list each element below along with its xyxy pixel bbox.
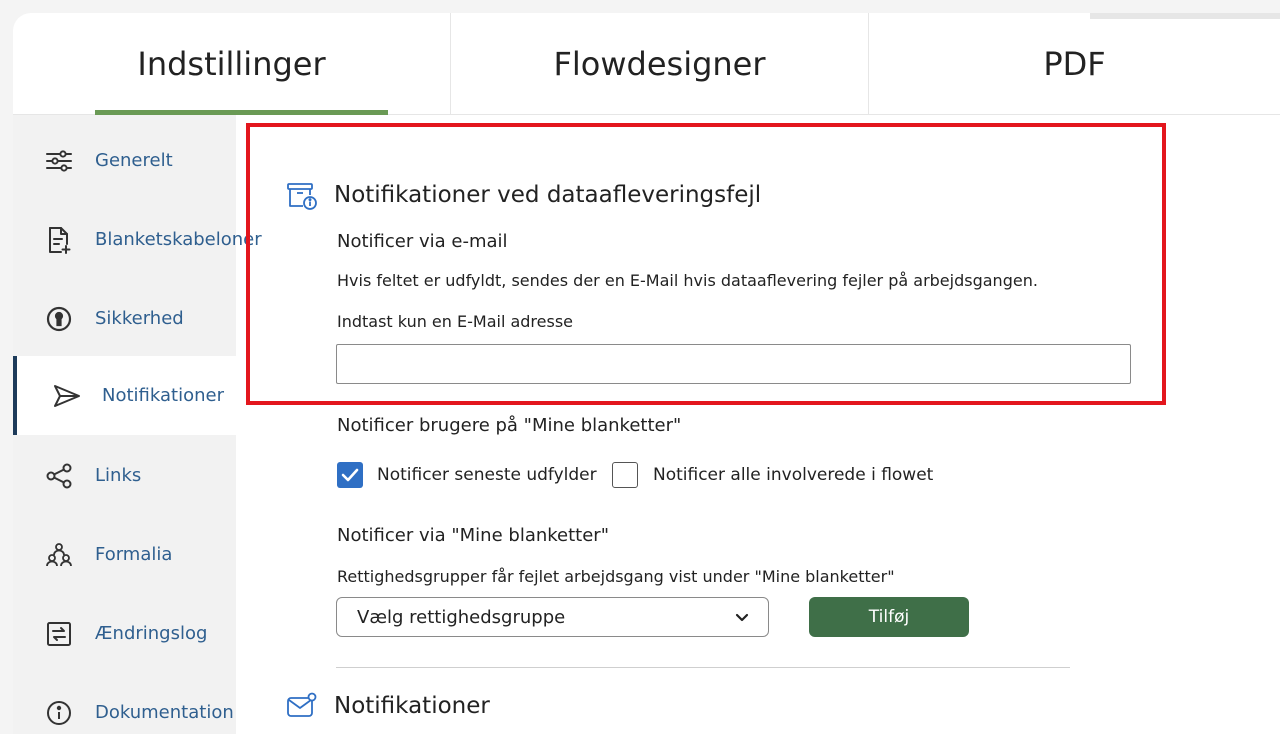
sidebar: Generelt Blanketskabeloner Sikkerhed Not… <box>13 115 262 734</box>
send-icon <box>53 382 81 410</box>
checkmark-icon <box>341 468 359 482</box>
group-select-value: Vælg rettighedsgruppe <box>357 606 566 628</box>
keyhole-icon <box>45 305 73 333</box>
settings-card: Indstillinger Flowdesigner PDF Generelt <box>13 13 1280 734</box>
chevron-down-icon <box>734 609 750 630</box>
sidebar-item-links[interactable]: Links <box>13 436 236 515</box>
sidebar-item-label: Links <box>95 465 142 486</box>
tab-pdf[interactable]: PDF <box>868 13 1280 115</box>
sidebar-item-label: Generelt <box>95 150 173 171</box>
sliders-icon <box>45 147 73 175</box>
section-title-notifications: Notifikationer <box>334 693 490 719</box>
sidebar-item-formalia[interactable]: Formalia <box>13 515 236 594</box>
document-add-icon <box>45 226 73 254</box>
tab-bar: Indstillinger Flowdesigner PDF <box>13 13 1280 115</box>
checkbox-latest-filler[interactable] <box>337 462 363 488</box>
sidebar-item-label: Dokumentation <box>95 702 234 723</box>
swap-icon <box>45 620 73 648</box>
sidebar-item-dokumentation[interactable]: Dokumentation <box>13 673 236 734</box>
groups-heading: Notificer via "Mine blanketter" <box>337 525 609 546</box>
mail-notification-icon <box>286 692 318 724</box>
sidebar-item-aendringslog[interactable]: Ændringslog <box>13 594 236 673</box>
info-icon <box>45 699 73 727</box>
groups-description: Rettighedsgrupper får fejlet arbejdsgang… <box>337 567 895 586</box>
group-select[interactable]: Vælg rettighedsgruppe <box>336 597 769 637</box>
checkbox-latest-label[interactable]: Notificer seneste udfylder <box>377 465 597 485</box>
sidebar-item-generelt[interactable]: Generelt <box>13 121 236 200</box>
highlight-box <box>246 123 1166 405</box>
sidebar-item-sikkerhed[interactable]: Sikkerhed <box>13 279 236 358</box>
add-button-label: Tilføj <box>868 607 910 627</box>
tab-label: Indstillinger <box>137 45 326 83</box>
sidebar-item-label: Formalia <box>95 544 173 565</box>
sidebar-item-notifikationer[interactable]: Notifikationer <box>13 356 236 435</box>
tab-label: PDF <box>1043 45 1106 83</box>
tab-label: Flowdesigner <box>553 45 766 83</box>
tab-indstillinger[interactable]: Indstillinger <box>13 13 450 115</box>
section-divider <box>336 667 1070 668</box>
share-icon <box>45 462 73 490</box>
add-group-button[interactable]: Tilføj <box>809 597 969 637</box>
checkbox-all-involved[interactable] <box>612 462 638 488</box>
people-icon <box>45 541 73 569</box>
tab-flowdesigner[interactable]: Flowdesigner <box>450 13 868 115</box>
users-heading: Notificer brugere på "Mine blanketter" <box>337 415 682 436</box>
sidebar-item-label: Notifikationer <box>102 385 224 406</box>
sidebar-item-label: Ændringslog <box>95 623 208 644</box>
checkbox-all-label[interactable]: Notificer alle involverede i flowet <box>653 465 933 485</box>
sidebar-item-label: Blanketskabeloner <box>95 229 262 250</box>
sidebar-item-label: Sikkerhed <box>95 308 184 329</box>
sidebar-item-blanketskabeloner[interactable]: Blanketskabeloner <box>13 200 262 279</box>
